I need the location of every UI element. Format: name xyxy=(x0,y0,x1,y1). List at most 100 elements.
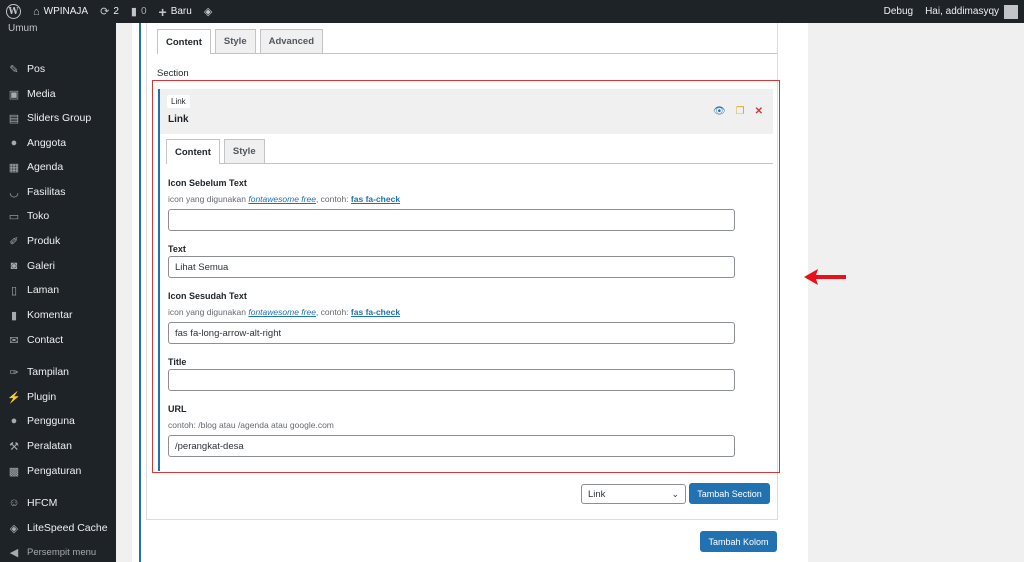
sidebar-item-pengaturan[interactable]: ▩ Pengaturan xyxy=(0,460,116,482)
sidebar-item-galeri[interactable]: ◙ Galeri xyxy=(0,255,116,277)
title-input[interactable] xyxy=(168,369,735,391)
text-label: Text xyxy=(168,244,186,254)
title-label: Title xyxy=(168,357,187,367)
tab-style[interactable]: Style xyxy=(214,29,256,53)
sidebar-item-label: Persempit menu xyxy=(27,546,97,558)
right-column xyxy=(794,23,1024,562)
text-input[interactable]: Lihat Semua xyxy=(168,256,735,278)
sidebar-item-litespeed-cache[interactable]: ◈ LiteSpeed Cache xyxy=(0,517,116,539)
help-mid: , contoh: xyxy=(315,194,349,204)
sidebar-item-sliders-group[interactable]: ▤ Sliders Group xyxy=(0,107,116,129)
help-prefix: icon yang digunakan xyxy=(168,307,246,317)
help-mid: , contoh: xyxy=(315,307,349,317)
sidebar-item-persempit-menu[interactable]: ◀ Persempit menu xyxy=(0,541,116,562)
inner-tab-content[interactable]: Content xyxy=(166,139,220,164)
carrot-icon: ✐ xyxy=(9,235,19,248)
account-menu[interactable]: Hai, addimasyqy xyxy=(919,0,1024,23)
add-section-button[interactable]: Tambah Section xyxy=(689,483,770,504)
home-icon: ⌂ xyxy=(33,5,40,18)
sidebar-item-label: Peralatan xyxy=(27,440,72,452)
users-icon: ● xyxy=(10,415,18,427)
sidebar-item-label: Komentar xyxy=(27,309,73,321)
sidebar-item-label: Galeri xyxy=(27,260,56,272)
chevron-down-icon: ⌄ xyxy=(671,488,679,499)
slider-icon: ▤ xyxy=(8,112,20,125)
add-column-button[interactable]: Tambah Kolom xyxy=(700,531,777,552)
mail-icon: ✉ xyxy=(9,334,19,347)
icon-before-help: icon yang digunakan fontawesome free, co… xyxy=(168,194,400,204)
sidebar-item-produk[interactable]: ✐ Produk xyxy=(0,230,116,252)
link-block-header[interactable]: Link Link 👁 ❐ ✕ xyxy=(160,89,773,134)
fontawesome-link[interactable]: fontawesome free xyxy=(248,307,316,317)
comment-icon: ▮ xyxy=(10,309,18,322)
sidebar-submenu-label[interactable]: Umum xyxy=(0,23,116,35)
debug-link[interactable]: Debug xyxy=(878,0,919,23)
tab-content[interactable]: Content xyxy=(157,29,211,54)
sidebar-item-tampilan[interactable]: ✑ Tampilan xyxy=(0,361,116,383)
greeting: Hai, addimasyqy xyxy=(925,6,999,17)
sidebar-item-peralatan[interactable]: ⚒ Peralatan xyxy=(0,435,116,457)
updates-link[interactable]: ⟳ 2 xyxy=(94,0,125,23)
collapse-icon: ◀ xyxy=(9,546,19,559)
icon-before-input[interactable] xyxy=(168,209,735,231)
sidebar-item-plugin[interactable]: ⚡ Plugin xyxy=(0,386,116,408)
sidebar-item-label: Pos xyxy=(27,63,46,75)
litespeed-adminbar[interactable]: ◈ xyxy=(198,0,222,23)
sidebar-item-agenda[interactable]: ▦ Agenda xyxy=(0,156,116,178)
site-name-link[interactable]: ⌂ WPINAJA xyxy=(27,0,94,23)
example-link[interactable]: fas fa-check xyxy=(351,194,400,204)
new-content-menu[interactable]: + Baru xyxy=(153,0,198,23)
sidebar-item-komentar[interactable]: ▮ Komentar xyxy=(0,304,116,326)
inner-tabbar: Content Style xyxy=(166,139,773,164)
sidebar-item-contact[interactable]: ✉ Contact xyxy=(0,329,116,351)
url-input[interactable]: /perangkat-desa xyxy=(168,435,735,457)
site-name: WPINAJA xyxy=(43,6,89,17)
sidebar-item-label: Sliders Group xyxy=(27,112,92,124)
robot-icon: ☺ xyxy=(8,497,20,509)
icon-after-input[interactable]: fas fa-long-arrow-alt-right xyxy=(168,322,735,344)
sidebar-item-hfcm[interactable]: ☺ HFCM xyxy=(0,492,116,514)
smile-icon: ◡ xyxy=(9,186,19,199)
right-column-edge xyxy=(794,23,808,562)
section-type-select[interactable]: Link ⌄ xyxy=(581,484,686,504)
sidebar-item-label: Agenda xyxy=(27,161,64,173)
copy-icon[interactable]: ❐ xyxy=(736,106,745,117)
tab-advanced[interactable]: Advanced xyxy=(259,29,324,53)
sidebar-item-label: LiteSpeed Cache xyxy=(27,522,108,534)
sidebar-item-fasilitas[interactable]: ◡ Fasilitas xyxy=(0,181,116,203)
sidebar-item-toko[interactable]: ▭ Toko xyxy=(0,205,116,227)
debug-label: Debug xyxy=(883,6,914,17)
updates-count: 2 xyxy=(113,6,119,17)
avatar xyxy=(1004,4,1018,19)
comment-icon: ▮ xyxy=(130,6,137,18)
sidebar-item-pengguna[interactable]: ● Pengguna xyxy=(0,410,116,432)
block-type-badge: Link xyxy=(167,95,190,108)
example-link[interactable]: fas fa-check xyxy=(351,307,400,317)
url-help: contoh: /blog atau /agenda atau google.c… xyxy=(168,420,334,430)
media-icon: ▣ xyxy=(8,88,20,101)
page-icon: ▯ xyxy=(10,284,18,297)
sidebar-item-pos[interactable]: ✎ Pos xyxy=(0,58,116,80)
url-label: URL xyxy=(168,404,187,414)
sidebar-item-laman[interactable]: ▯ Laman xyxy=(0,279,116,301)
sidebar-item-anggota[interactable]: ● Anggota xyxy=(0,132,116,154)
diamond-icon: ◈ xyxy=(9,522,19,535)
comments-count: 0 xyxy=(140,6,147,17)
pin-icon: ✎ xyxy=(9,63,19,76)
refresh-icon: ⟳ xyxy=(100,6,110,18)
help-prefix: icon yang digunakan xyxy=(168,194,246,204)
plug-icon: ⚡ xyxy=(7,391,21,404)
close-icon[interactable]: ✕ xyxy=(755,106,763,117)
main-content: Content Style Advanced Section Link Link… xyxy=(116,23,1024,562)
column-indicator xyxy=(139,23,141,562)
icon-after-label: Icon Sesudah Text xyxy=(168,291,247,301)
new-label: Baru xyxy=(170,6,192,17)
fontawesome-link[interactable]: fontawesome free xyxy=(248,194,316,204)
sidebar-item-label: Plugin xyxy=(27,391,57,403)
comments-link[interactable]: ▮ 0 xyxy=(125,0,153,23)
eye-icon[interactable]: 👁 xyxy=(713,106,726,117)
wp-logo-menu[interactable]: W xyxy=(0,0,27,23)
inner-tab-style[interactable]: Style xyxy=(223,139,265,163)
sidebar-item-label: Pengaturan xyxy=(27,465,82,477)
sidebar-item-media[interactable]: ▣ Media xyxy=(0,83,116,105)
